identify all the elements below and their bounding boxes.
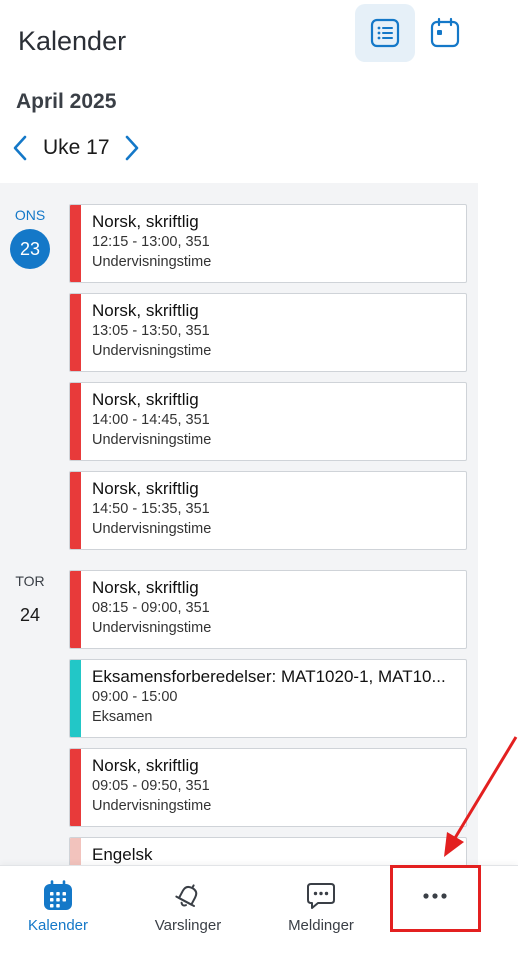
tab-varslinger[interactable]: Varslinger [123, 866, 253, 959]
page-title: Kalender [18, 26, 127, 56]
event-type: Undervisningstime [92, 521, 212, 537]
event-time: 09:00 - 15:00 [92, 689, 178, 705]
event-title: Norsk, skriftlig [92, 212, 199, 231]
tab-label: Meldinger [288, 917, 354, 934]
calendar-view-button[interactable] [415, 4, 475, 62]
chevron-right-icon [125, 135, 139, 161]
chevron-left-icon [13, 135, 27, 161]
event-type: Undervisningstime [92, 432, 212, 448]
event-color-bar [70, 294, 81, 371]
event-card[interactable]: Norsk, skriftlig 09:05 - 09:50, 351 Unde… [69, 748, 467, 827]
event-type: Undervisningstime [92, 620, 212, 636]
tab-kalender[interactable]: Kalender [0, 866, 123, 959]
list-view-button[interactable] [355, 4, 415, 62]
event-card[interactable]: Norsk, skriftlig 14:00 - 14:45, 351 Unde… [69, 382, 467, 461]
event-color-bar [70, 571, 81, 648]
event-title: Norsk, skriftlig [92, 301, 199, 320]
day-header: TOR 24 [0, 549, 60, 635]
week-navigator: Uke 17 [0, 128, 200, 168]
event-color-bar [70, 383, 81, 460]
day-abbr: ONS [14, 207, 46, 223]
day-number: 24 [19, 605, 41, 625]
event-color-bar [70, 472, 81, 549]
event-color-bar [70, 660, 81, 737]
bell-icon [175, 884, 198, 907]
event-title: Eksamensforberedelser: MAT1020-1, MAT10.… [92, 667, 446, 686]
event-title: Engelsk [92, 845, 153, 864]
event-title: Norsk, skriftlig [92, 390, 199, 409]
event-card[interactable]: Norsk, skriftlig 08:15 - 09:00, 351 Unde… [69, 570, 467, 649]
event-color-bar [70, 205, 81, 282]
week-label: Uke 17 [43, 136, 110, 159]
calendar-icon [44, 880, 72, 910]
chat-icon [307, 883, 335, 909]
day-abbr: TOR [15, 573, 45, 589]
previous-week-button[interactable] [6, 132, 34, 164]
event-type: Undervisningstime [92, 798, 212, 814]
list-icon [370, 18, 400, 48]
day-number: 23 [10, 229, 50, 269]
event-title: Norsk, skriftlig [92, 578, 199, 597]
event-card[interactable]: Eksamensforberedelser: MAT1020-1, MAT10.… [69, 659, 467, 738]
top-bar: Kalender [0, 0, 518, 80]
event-color-bar [70, 838, 81, 865]
tab-meldinger[interactable]: Meldinger [256, 866, 386, 959]
annotation-highlight-box [390, 865, 481, 932]
event-type: Undervisningstime [92, 343, 212, 359]
event-type: Eksamen [92, 709, 153, 725]
event-card[interactable]: Norsk, skriftlig 12:15 - 13:00, 351 Unde… [69, 204, 467, 283]
event-time: 14:00 - 14:45, 351 [92, 412, 210, 428]
tab-label: Kalender [27, 917, 89, 934]
event-time: 14:50 - 15:35, 351 [92, 501, 210, 517]
event-title: Norsk, skriftlig [92, 756, 199, 775]
next-week-button[interactable] [118, 132, 146, 164]
event-time: 13:05 - 13:50, 351 [92, 323, 210, 339]
day-header: ONS 23 [0, 183, 60, 269]
calendar-view-icon [430, 17, 460, 48]
event-type: Undervisningstime [92, 254, 212, 270]
event-time: 09:05 - 09:50, 351 [92, 778, 210, 794]
month-label: April 2025 [16, 90, 117, 113]
tab-label: Varslinger [154, 917, 222, 934]
event-card[interactable]: Norsk, skriftlig 14:50 - 15:35, 351 Unde… [69, 471, 467, 550]
event-card[interactable]: Engelsk [69, 837, 467, 865]
agenda-list[interactable]: ONS 23 Norsk, skriftlig 12:15 - 13:00, 3… [0, 183, 478, 865]
event-time: 08:15 - 09:00, 351 [92, 600, 210, 616]
event-color-bar [70, 749, 81, 826]
event-title: Norsk, skriftlig [92, 479, 199, 498]
event-card[interactable]: Norsk, skriftlig 13:05 - 13:50, 351 Unde… [69, 293, 467, 372]
event-time: 12:15 - 13:00, 351 [92, 234, 210, 250]
